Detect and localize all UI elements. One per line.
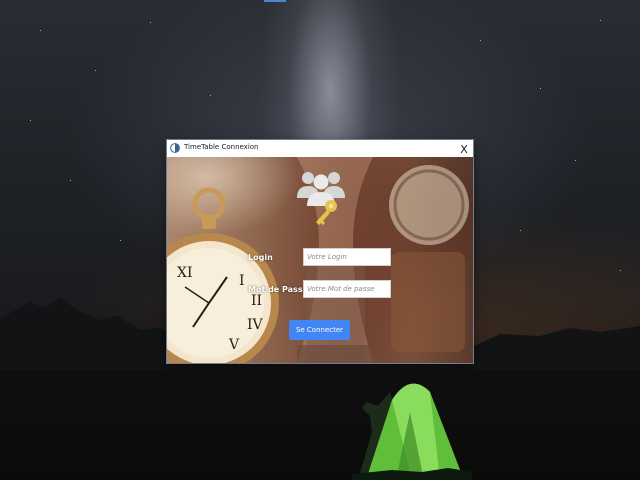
timetable-app-icon [170,143,180,153]
password-label: Mot de Passe [248,285,308,294]
star [150,22,151,23]
close-icon: X [460,142,468,156]
star [210,95,211,96]
users-key-icon [297,172,345,225]
login-button[interactable]: Se Connecter [289,320,350,340]
star [70,180,71,181]
login-dialog: TimeTable Connexion X I II IV V XI Login… [167,140,473,363]
title-bar[interactable]: TimeTable Connexion X [167,140,473,158]
star [95,70,96,71]
login-field[interactable] [303,248,391,266]
svg-text:IV: IV [247,317,264,333]
tent-icon [352,383,472,480]
taskbar-indicator [264,0,286,2]
svg-text:I: I [239,273,245,289]
close-button[interactable]: X [455,140,473,158]
star [600,20,601,21]
svg-text:XI: XI [177,265,193,281]
star [575,160,576,161]
svg-text:V: V [228,337,240,353]
desktop-wallpaper: TimeTable Connexion X I II IV V XI Login… [0,0,640,480]
star [620,270,621,271]
dialog-body: I II IV V XI Login Votre Login Mot de Pa… [167,157,473,363]
login-label: Login [248,253,273,262]
password-field[interactable] [303,280,391,298]
star [120,240,121,241]
star [540,88,541,89]
window-title: TimeTable Connexion [184,143,259,151]
star [520,230,521,231]
star [30,120,31,121]
svg-text:II: II [251,293,262,309]
star [480,40,481,41]
star [40,30,41,31]
